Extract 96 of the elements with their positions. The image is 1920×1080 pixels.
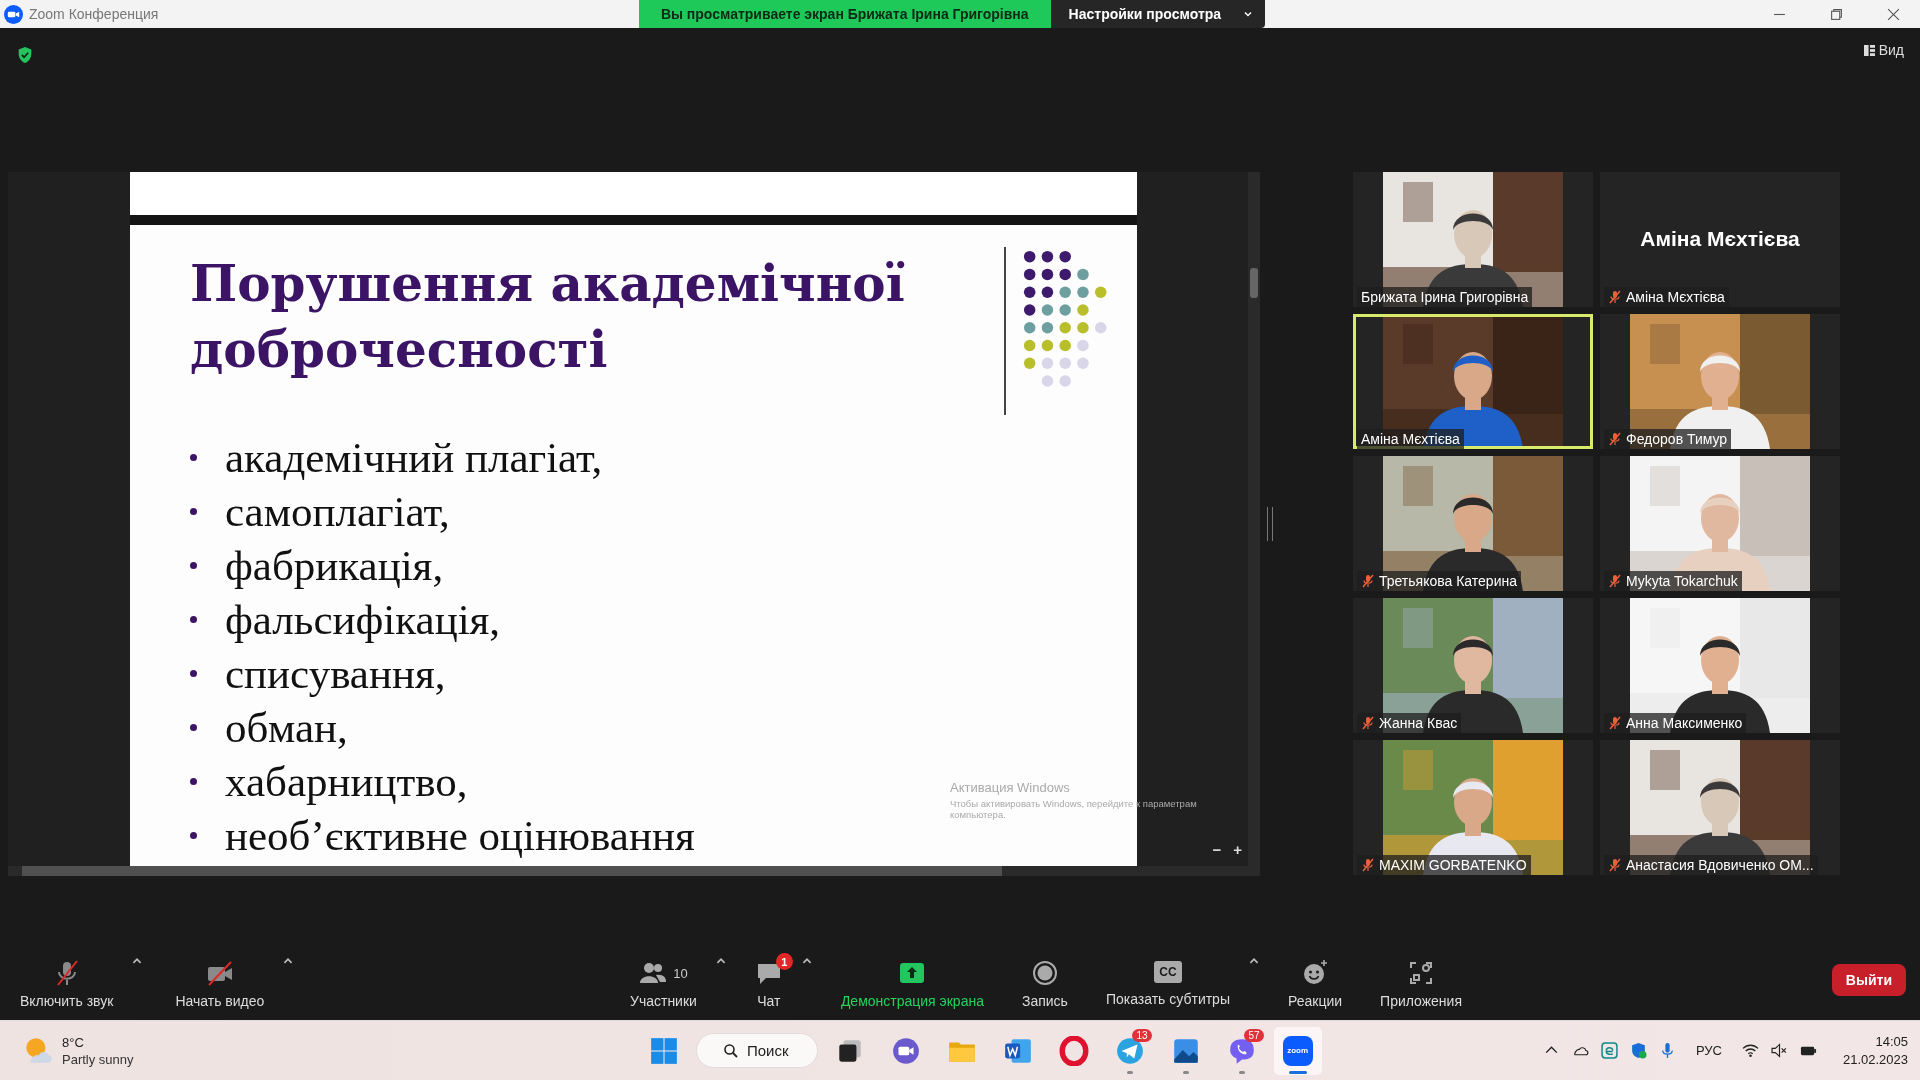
participant-name: Жанна Квас: [1379, 715, 1458, 731]
participant-tile[interactable]: Аміна Мєхтієва Аміна Мєхтієва: [1600, 172, 1840, 307]
clock-time[interactable]: 14:05: [1875, 1034, 1908, 1049]
participant-name: Mykyta Tokarchuk: [1626, 573, 1738, 589]
bullet-dot: [190, 508, 197, 515]
toolbar-button[interactable]: Начать видео: [165, 951, 275, 1009]
bullet-text: фальсифікація,: [225, 595, 501, 644]
close-icon[interactable]: [1887, 7, 1900, 21]
emoji-plus-icon: [1301, 959, 1329, 987]
participant-tile[interactable]: Третьякова Катерина: [1353, 456, 1593, 591]
temperature: 8°C: [62, 1034, 85, 1050]
running-indicator: [1238, 1070, 1245, 1074]
ring-icon: [1058, 1035, 1089, 1066]
participant-name-display: Аміна Мєхтієва: [1640, 226, 1800, 251]
participant-tile[interactable]: Брижата Ірина Григорівна: [1353, 172, 1593, 307]
toolbar-button[interactable]: 1 Чат: [744, 951, 793, 1009]
toolbar-button[interactable]: Запись: [1011, 951, 1078, 1009]
bullet-dot: [190, 454, 197, 461]
participant-tile[interactable]: Федоров Тимур: [1600, 314, 1840, 449]
bullet-dot: [190, 724, 197, 731]
chat-badge: 1: [775, 953, 793, 970]
shield-icon[interactable]: [16, 46, 34, 64]
bullet-text: необ’єктивне оцінювання: [225, 811, 695, 860]
participant-count: 10: [673, 965, 688, 981]
leave-button[interactable]: Выйти: [1831, 964, 1906, 996]
toolbar-button[interactable]: CC Показать субтитры: [1095, 951, 1240, 1007]
record-icon: [1030, 959, 1059, 987]
participant-tile[interactable]: Жанна Квас: [1353, 598, 1593, 733]
bullet-text: обман,: [225, 703, 348, 752]
participant-name: MAXIM GORBATENKO: [1379, 857, 1527, 873]
bullet-dot: [190, 832, 197, 839]
participant-name: Брижата Ірина Григорівна: [1361, 289, 1529, 305]
bullet-text: академічний плагіат,: [225, 433, 603, 482]
bullet-dot: [190, 778, 197, 785]
weather-condition: Partly sunny: [62, 1051, 134, 1067]
speaker-muted-icon[interactable]: [1770, 1042, 1788, 1059]
layout-icon: [1863, 44, 1875, 56]
shield-check-icon[interactable]: [1629, 1042, 1647, 1059]
taskbar-app[interactable]: 57: [1217, 1026, 1266, 1075]
participant-name: Аміна Мєхтієва: [1361, 431, 1460, 447]
participant-name: Анна Максименко: [1626, 715, 1743, 731]
camera-off-icon: [205, 959, 234, 987]
view-options-button[interactable]: Настройки просмотра: [1050, 0, 1266, 28]
toolbar-button[interactable]: Включить звук: [10, 951, 124, 1009]
participant-name: Федоров Тимур: [1626, 431, 1728, 447]
e-letter-icon[interactable]: [1600, 1042, 1618, 1059]
share-banner: Вы просматриваете экран Брижата Ірина Григорівна: [638, 0, 1051, 28]
participant-tile[interactable]: Анна Максименко: [1600, 598, 1840, 733]
notification-badge: 57: [1244, 1028, 1264, 1042]
zoom-logo-icon: [4, 4, 23, 24]
vertical-scrollbar[interactable]: [1248, 172, 1260, 866]
bullet-dot: [190, 616, 197, 623]
clock-date[interactable]: 21.02.2023: [1842, 1052, 1908, 1067]
bullet-text: списування,: [225, 649, 446, 698]
toolbar-button[interactable]: Приложения: [1370, 951, 1472, 1009]
toolbar-button[interactable]: Демонстрация экрана: [830, 951, 994, 1009]
participant-tile[interactable]: Mykyta Tokarchuk: [1600, 456, 1840, 591]
bullet-text: самоплагіат,: [225, 487, 450, 536]
notification-badge: 13: [1132, 1028, 1152, 1042]
slide-title: Порушення академічної доброчесності: [190, 253, 906, 381]
apps-icon: [1407, 959, 1435, 987]
taskbar-app[interactable]: 13: [1105, 1026, 1154, 1075]
participant-tile[interactable]: Анастасия Вдовиченко ОМ...: [1600, 740, 1840, 875]
language-indicator[interactable]: РУС: [1695, 1043, 1722, 1058]
bullet-dot: [190, 670, 197, 677]
video-chat-icon: [890, 1035, 921, 1066]
running-indicator: [1288, 1070, 1307, 1074]
splitter-handle[interactable]: [1267, 507, 1273, 541]
activation-text: Чтобы активировать Windows, перейдите к параметрам компьютера.: [950, 798, 1198, 820]
participant-name: Третьякова Катерина: [1379, 573, 1517, 589]
zoom-app-icon: zoom: [1282, 1035, 1313, 1066]
chevron-down-icon: [1243, 9, 1254, 19]
wifi-icon[interactable]: [1741, 1042, 1759, 1059]
activation-title: Активация Windows: [950, 780, 1071, 795]
bullet-text: хабарництво,: [225, 757, 468, 806]
toolbar-button[interactable]: 10 Участники: [620, 951, 707, 1009]
search-icon: [723, 1042, 739, 1059]
restore-icon[interactable]: [1830, 7, 1843, 21]
window-title: Zoom Конференция: [29, 6, 159, 22]
zoom-control-button[interactable]: +: [1229, 841, 1246, 858]
bullet-dot: [190, 562, 197, 569]
participant-tile[interactable]: Аміна Мєхтієва: [1353, 314, 1593, 449]
toolbar-button[interactable]: Реакции: [1277, 951, 1353, 1009]
running-indicator: [1126, 1070, 1133, 1074]
captions-icon: CC: [1154, 961, 1182, 983]
horizontal-scrollbar[interactable]: [8, 866, 1260, 876]
windows-icon: [649, 1035, 679, 1066]
view-button[interactable]: Вид: [1855, 42, 1912, 58]
zoom-control-button[interactable]: −: [1208, 841, 1226, 858]
running-indicator: [1182, 1070, 1189, 1074]
taskbar-app[interactable]: zoom: [1273, 1026, 1322, 1075]
participant-tile[interactable]: MAXIM GORBATENKO: [1353, 740, 1593, 875]
bullet-text: фабрикація,: [225, 541, 444, 590]
participant-name: Аміна Мєхтієва: [1626, 289, 1725, 305]
participant-name: Анастасия Вдовиченко ОМ...: [1626, 857, 1814, 873]
search-field[interactable]: Поиск: [696, 1033, 818, 1068]
